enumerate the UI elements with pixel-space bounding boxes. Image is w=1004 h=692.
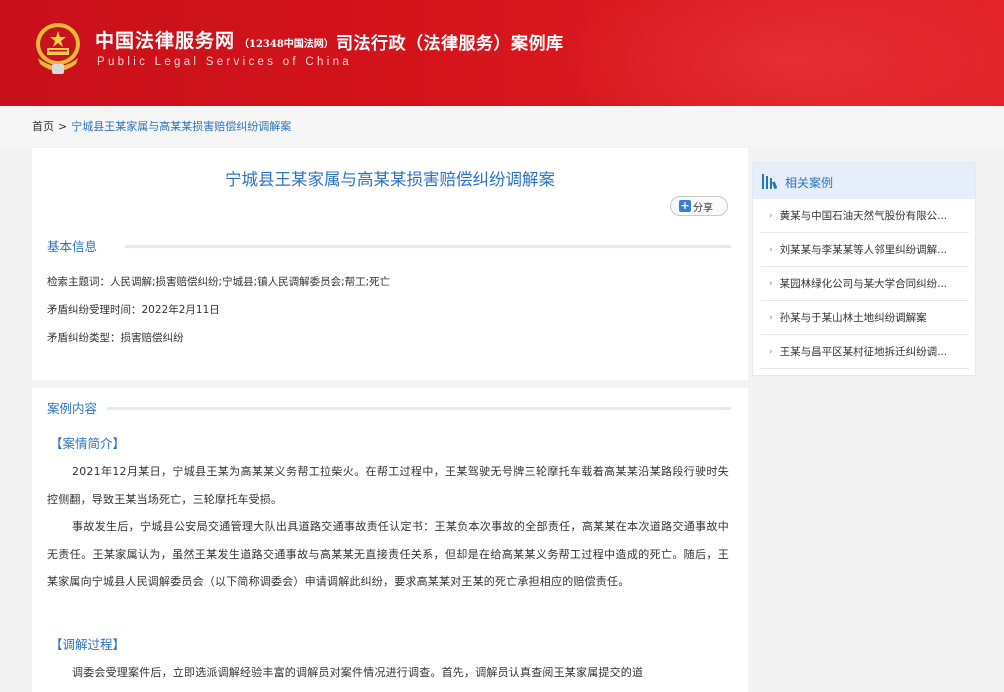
related-case-item[interactable]: › 孙某与于某山林土地纠纷调解案 [761,301,969,335]
accept-time-label: 矛盾纠纷受理时间： [47,304,142,316]
case-content-heading-label: 案例内容 [47,401,98,416]
basic-info-heading-label: 基本信息 [47,239,98,254]
section-title[interactable]: 司法行政（法律服务）案例库 [336,29,564,54]
chevron-right-icon: › [769,244,773,255]
keywords-label: 检索主题词： [47,276,110,288]
related-cases-list: › 黄某与中国石油天然气股份有限公... › 刘某某与李某某等人邻里纠纷调解... … [761,199,969,369]
keywords-row: 检索主题词：人民调解;损害赔偿纠纷;宁城县;镇人民调解委员会;帮工;死亡 [47,274,390,289]
site-name-english: Public Legal Services of China [97,56,352,68]
related-case-label: 王某与昌平区某村征地拆迁纠纷调... [779,346,948,358]
site-name[interactable]: 中国法律服务网 （12348中国法网） [95,26,334,54]
brief-paragraph-1: 2021年12月某日，宁城县王某为高某某义务帮工拉柴火。在帮工过程中，王某驾驶无… [47,465,729,506]
chevron-right-icon: › [769,312,773,323]
dispute-type-label: 矛盾纠纷类型： [47,332,121,344]
process-paragraph-1: 调委会受理案件后，立即选派调解经验丰富的调解员对案件情况进行调查。首先，调解员认… [72,666,644,679]
related-case-item[interactable]: › 某园林绿化公司与某大学合同纠纷... [761,267,969,301]
case-content-heading: 案例内容 [47,398,732,416]
chevron-right-icon: › [769,278,773,289]
related-case-label: 某园林绿化公司与某大学合同纠纷... [779,278,948,290]
process-heading: 【调解过程】 [50,637,126,652]
related-case-item[interactable]: › 刘某某与李某某等人邻里纠纷调解... [761,233,969,267]
case-detail-panel: 宁城县王某家属与高某某损害赔偿纠纷调解案 + 分享 基本信息 检索主题词：人民调解… [32,148,748,692]
header-glow [560,0,1004,106]
share-label: 分享 [693,202,713,214]
breadcrumb-home-link[interactable]: 首页 [32,120,54,133]
case-title: 宁城县王某家属与高某某损害赔偿纠纷调解案 [225,170,555,189]
dispute-type-value: 损害赔偿纠纷 [120,332,184,344]
related-cases-title: 相关案例 [785,176,834,190]
keywords-value: 人民调解;损害赔偿纠纷;宁城县;镇人民调解委员会;帮工;死亡 [110,276,391,288]
chevron-right-icon: › [769,210,773,221]
breadcrumb: 首页 > 宁城县王某家属与高某某损害赔偿纠纷调解案 [0,106,1004,146]
site-name-sub: （12348中国法网） [239,39,334,50]
heading-underline [125,245,731,248]
related-case-label: 黄某与中国石油天然气股份有限公... [779,210,948,222]
related-case-label: 刘某某与李某某等人邻里纠纷调解... [779,244,948,256]
brief-paragraph-2: 事故发生后，宁城县公安局交通管理大队出具道路交通事故责任认定书：王某负本次事故的… [47,520,729,588]
related-case-label: 孙某与于某山林土地纠纷调解案 [779,312,927,324]
breadcrumb-separator: > [58,120,68,133]
related-cases-panel: 相关案例 › 黄某与中国石油天然气股份有限公... › 刘某某与李某某等人邻里纠纷调… [752,162,976,376]
share-button[interactable]: + 分享 [670,196,728,216]
national-emblem-icon[interactable] [32,20,84,76]
related-case-item[interactable]: › 王某与昌平区某村征地拆迁纠纷调... [761,335,969,369]
section-divider [32,380,748,388]
chevron-right-icon: › [769,346,773,357]
accept-time-value: 2022年2月11日 [141,304,220,316]
plus-icon: + [679,199,691,212]
related-case-item[interactable]: › 黄某与中国石油天然气股份有限公... [761,199,969,233]
related-cases-header: 相关案例 [753,163,975,199]
dispute-type-row: 矛盾纠纷类型：损害赔偿纠纷 [47,330,184,345]
site-header: 中国法律服务网 （12348中国法网） Public Legal Services… [0,0,1004,106]
site-name-main: 中国法律服务网 [95,30,236,52]
breadcrumb-current-link[interactable]: 宁城县王某家属与高某某损害赔偿纠纷调解案 [71,120,291,133]
basic-info-heading: 基本信息 [47,236,732,254]
brief-heading: 【案情简介】 [50,436,126,451]
accept-time-row: 矛盾纠纷受理时间：2022年2月11日 [47,302,220,317]
heading-underline [107,407,731,410]
bars-icon [762,174,777,190]
